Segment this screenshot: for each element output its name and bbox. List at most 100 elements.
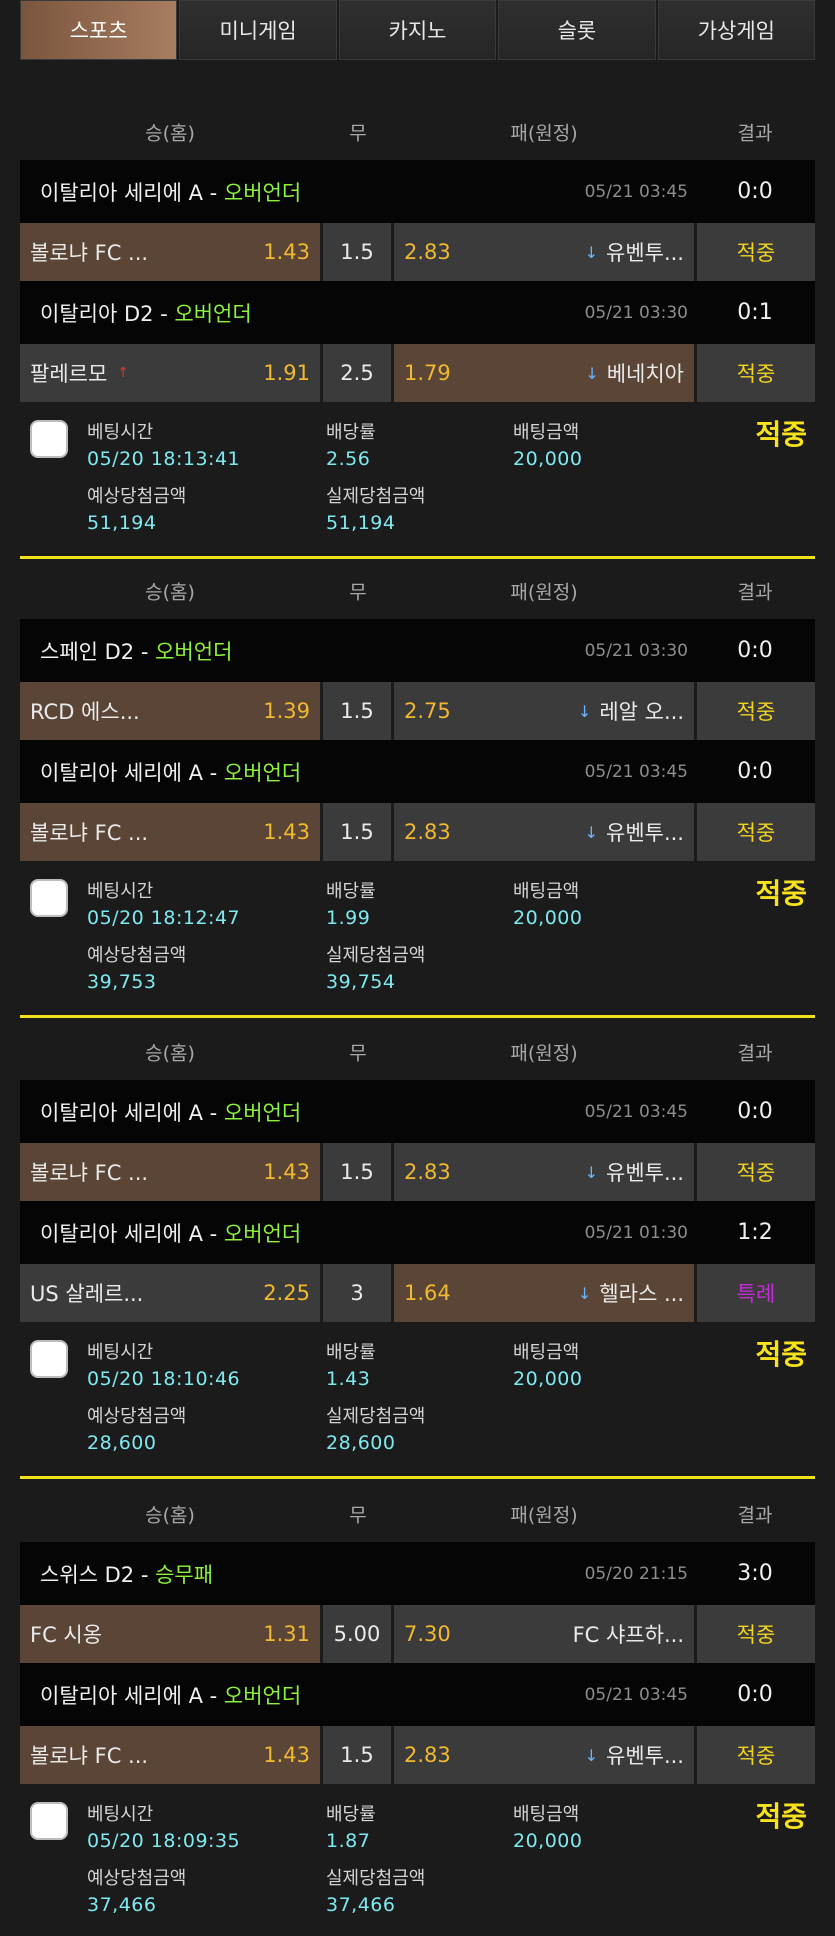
away-odd: 2.83 — [404, 1743, 451, 1767]
tab-virtual-game[interactable]: 가상게임 — [657, 0, 816, 60]
league-name: 이탈리아 세리에 A - 오버언더 — [40, 180, 302, 205]
league-name: 이탈리아 D2 - 오버언더 — [40, 301, 252, 326]
away-odd: 1.64 — [404, 1281, 451, 1305]
slip-status: 적중 — [755, 418, 807, 451]
away-odds-cell[interactable]: 2.83 ↓ 유벤투... — [394, 1143, 694, 1201]
league-name: 이탈리아 세리에 A - 오버언더 — [40, 1221, 302, 1246]
bet-slip: 승(홈) 무 패(원정) 결과 스페인 D2 - 오버언더 05/21 03:3… — [20, 563, 815, 1018]
market-type: 오버언더 — [223, 180, 302, 205]
select-checkbox[interactable] — [30, 879, 68, 917]
league-row: 스페인 D2 - 오버언더 05/21 03:30 0:0 — [20, 619, 815, 682]
home-odds-cell[interactable]: FC 시옹 1.31 — [20, 1605, 320, 1663]
actual-win-label: 실제당첨금액 — [326, 1868, 426, 1889]
home-odds-cell[interactable]: 볼로냐 FC ... 1.43 — [20, 1726, 320, 1784]
expected-win-label: 예상당첨금액 — [87, 1868, 187, 1889]
slip-status: 적중 — [755, 1800, 807, 1833]
select-checkbox[interactable] — [30, 1802, 68, 1840]
draw-odds-cell[interactable]: 3 — [323, 1264, 391, 1322]
away-team: 유벤투... — [606, 1744, 684, 1768]
tab-minigame[interactable]: 미니게임 — [179, 0, 337, 60]
select-checkbox[interactable] — [30, 420, 68, 458]
odds-row: 볼로냐 FC ... 1.43 1.5 2.83 ↓ 유벤투... 적중 — [20, 223, 815, 281]
home-odds-cell[interactable]: 팔레르모 ↑ 1.91 — [20, 344, 320, 402]
match-score: 0:0 — [737, 1682, 773, 1707]
expected-win-value: 51,194 — [87, 512, 157, 534]
odds-value: 1.87 — [326, 1830, 371, 1852]
home-team: 볼로냐 FC ... — [30, 1161, 149, 1185]
arrow-down-icon: ↓ — [585, 363, 599, 383]
draw-odd: 1.5 — [340, 699, 374, 723]
away-odds-cell[interactable]: 1.79 ↓ 베네치아 — [394, 344, 694, 402]
odds-value: 2.56 — [326, 448, 371, 470]
home-odds-cell[interactable]: 볼로냐 FC ... 1.43 — [20, 223, 320, 281]
away-odd: 2.83 — [404, 240, 451, 264]
league-row: 이탈리아 세리에 A - 오버언더 05/21 03:45 0:0 — [20, 1663, 815, 1726]
draw-odds-cell[interactable]: 1.5 — [323, 682, 391, 740]
bet-summary: 베팅시간 05/20 18:10:46 배당률 1.43 배팅금액 20,000… — [20, 1328, 815, 1476]
home-odd: 1.43 — [263, 820, 310, 844]
home-odds-cell[interactable]: RCD 에스... 1.39 — [20, 682, 320, 740]
away-odds-cell[interactable]: 2.83 ↓ 유벤투... — [394, 1726, 694, 1784]
arrow-down-icon: ↓ — [577, 701, 592, 721]
actual-win-value: 51,194 — [326, 512, 396, 534]
match-score: 0:0 — [737, 1099, 773, 1124]
match-score: 0:0 — [737, 638, 773, 663]
draw-odd: 5.00 — [333, 1622, 381, 1646]
home-odds-cell[interactable]: US 살레르... 2.25 — [20, 1264, 320, 1322]
home-team: RCD 에스... — [30, 700, 140, 724]
draw-odds-cell[interactable]: 1.5 — [323, 1143, 391, 1201]
away-team: 유벤투... — [606, 1161, 684, 1185]
away-team: FC 샤프하... — [572, 1623, 684, 1647]
league-row: 이탈리아 세리에 A - 오버언더 05/21 03:45 0:0 — [20, 740, 815, 803]
column-header: 승(홈) 무 패(원정) 결과 — [20, 104, 815, 160]
home-odd: 1.43 — [263, 1743, 310, 1767]
home-odds-cell[interactable]: 볼로냐 FC ... 1.43 — [20, 1143, 320, 1201]
away-team: 베네치아 — [606, 362, 684, 386]
odds-value: 1.99 — [326, 907, 371, 929]
header-home: 승(홈) — [145, 1042, 195, 1065]
away-odds-cell[interactable]: 2.83 ↓ 유벤투... — [394, 223, 694, 281]
column-header: 승(홈) 무 패(원정) 결과 — [20, 1486, 815, 1542]
select-checkbox[interactable] — [30, 1340, 68, 1378]
away-odds-cell[interactable]: 7.30 FC 샤프하... — [394, 1605, 694, 1663]
bet-time-label: 베팅시간 — [87, 1804, 154, 1825]
draw-odd: 2.5 — [340, 361, 374, 385]
category-tabs: 스포츠 미니게임 카지노 슬롯 가상게임 — [20, 0, 816, 60]
expected-win-value: 37,466 — [87, 1894, 157, 1916]
league-row: 이탈리아 세리에 A - 오버언더 05/21 03:45 0:0 — [20, 160, 815, 223]
bet-time-value: 05/20 18:13:41 — [87, 448, 241, 470]
draw-odds-cell[interactable]: 1.5 — [323, 803, 391, 861]
header-result: 결과 — [737, 1042, 773, 1065]
match-score: 3:0 — [737, 1561, 773, 1586]
away-odd: 7.30 — [404, 1622, 451, 1646]
home-team: 볼로냐 FC ... — [30, 241, 149, 265]
bet-time-label: 베팅시간 — [87, 422, 154, 443]
draw-odds-cell[interactable]: 5.00 — [323, 1605, 391, 1663]
match-time: 05/21 01:30 — [584, 1222, 688, 1243]
away-odd: 2.83 — [404, 820, 451, 844]
bet-amount-value: 20,000 — [513, 448, 583, 470]
away-odds-cell[interactable]: 2.75 ↓ 레알 오... — [394, 682, 694, 740]
game-result: 적중 — [697, 1726, 815, 1784]
match-time: 05/21 03:30 — [584, 302, 688, 323]
away-team: 유벤투... — [606, 241, 684, 265]
draw-odds-cell[interactable]: 1.5 — [323, 223, 391, 281]
draw-odds-cell[interactable]: 2.5 — [323, 344, 391, 402]
header-result: 결과 — [737, 581, 773, 604]
league-name: 스페인 D2 - 오버언더 — [40, 639, 233, 664]
odds-label: 배당률 — [326, 422, 376, 443]
odds-row: FC 시옹 1.31 5.00 7.30 FC 샤프하... 적중 — [20, 1605, 815, 1663]
header-result: 결과 — [737, 1504, 773, 1527]
away-odds-cell[interactable]: 1.64 ↓ 헬라스 ... — [394, 1264, 694, 1322]
game-result: 적중 — [697, 1605, 815, 1663]
tab-slot[interactable]: 슬롯 — [498, 0, 656, 60]
header-home: 승(홈) — [145, 1504, 195, 1527]
draw-odd: 1.5 — [340, 1743, 374, 1767]
tab-casino[interactable]: 카지노 — [338, 0, 497, 60]
arrow-down-icon: ↓ — [584, 1162, 598, 1182]
bet-time-label: 베팅시간 — [87, 1342, 154, 1363]
home-odds-cell[interactable]: 볼로냐 FC ... 1.43 — [20, 803, 320, 861]
tab-sports[interactable]: 스포츠 — [20, 0, 178, 60]
away-odds-cell[interactable]: 2.83 ↓ 유벤투... — [394, 803, 694, 861]
draw-odds-cell[interactable]: 1.5 — [323, 1726, 391, 1784]
